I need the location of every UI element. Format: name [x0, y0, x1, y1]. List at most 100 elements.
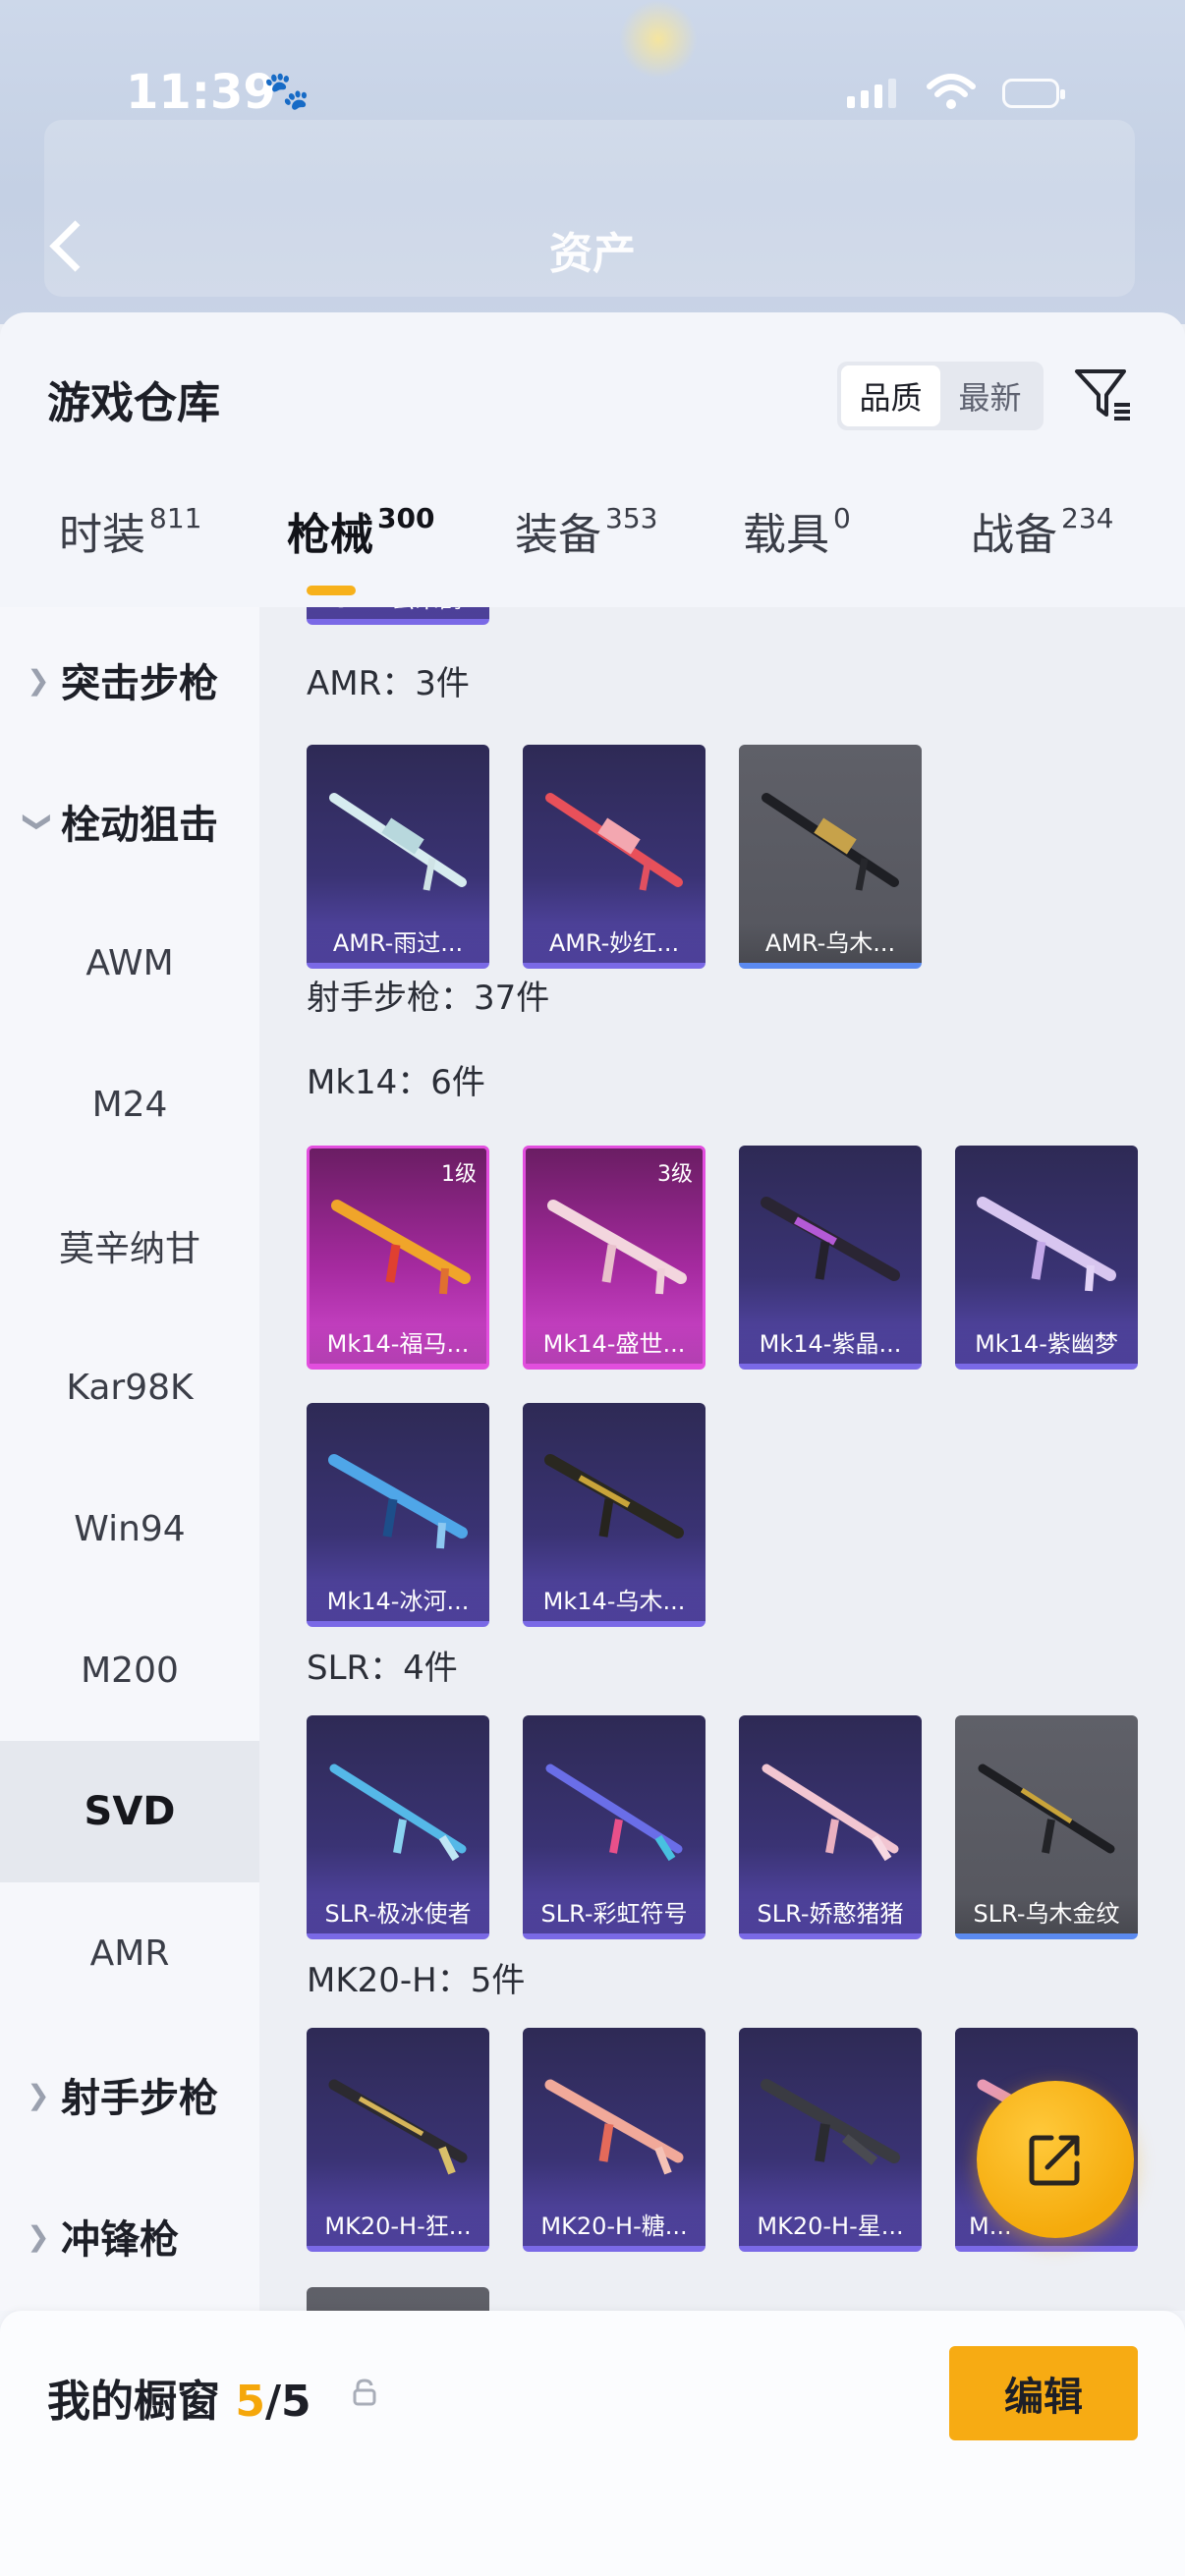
showcase-bar: 我的橱窗 5/5 编辑	[0, 2311, 1185, 2576]
showcase-separator: /	[264, 2377, 282, 2427]
weapon-card-name: Mk14-福马...	[310, 1324, 486, 1364]
paw-icon: 🐾	[263, 69, 310, 112]
tab-count: 234	[1061, 502, 1114, 535]
weapon-card-name: SLR-极冰使者	[307, 1894, 489, 1933]
rifle-icon	[329, 793, 467, 891]
rifle-icon	[545, 793, 683, 891]
tab-label: 装备	[515, 510, 601, 560]
weapon-card-name: Mk14-紫晶...	[739, 1324, 922, 1364]
weapon-card-name: SLR-乌木金纹	[955, 1894, 1138, 1933]
weapon-card[interactable]: SLR-极冰使者	[307, 1715, 489, 1939]
sidebar-item-win94[interactable]: Win94	[0, 1458, 259, 1599]
weapon-card[interactable]: Mk14-紫晶...	[739, 1146, 922, 1370]
weapon-card[interactable]: SLR-彩虹符号	[523, 1715, 705, 1939]
category-tabs: 时装 811 枪械 300 装备 353 载具 0 战备 234	[0, 499, 1185, 607]
sidebar-group-marksman-rifle[interactable]: ❯ 射手步枪	[0, 2024, 259, 2165]
tab-equipment[interactable]: 装备 353	[515, 499, 657, 562]
weapon-card[interactable]: SVD-云朵鹤	[307, 607, 489, 625]
wifi-icon	[927, 74, 976, 109]
sidebar-group-label: 突击步枪	[61, 661, 218, 706]
rifle-icon	[328, 1454, 468, 1549]
tab-label: 战备	[971, 510, 1057, 560]
chevron-right-icon: ❯	[27, 2078, 50, 2111]
weapon-card[interactable]: AMR-雨过...	[307, 745, 489, 969]
weapon-card[interactable]: MK20-H-糖...	[523, 2028, 705, 2252]
weapon-card-name: Mk14-冰河...	[307, 1582, 489, 1621]
tab-label: 枪械	[287, 510, 373, 560]
sidebar-item-svd[interactable]: SVD	[0, 1741, 259, 1882]
rifle-icon	[761, 1197, 900, 1281]
chevron-down-icon: ❯	[22, 810, 55, 833]
weapon-card[interactable]: SLR-娇憨猪猪	[739, 1715, 922, 1939]
lock-icon	[353, 2379, 376, 2406]
tab-supplies[interactable]: 战备 234	[971, 499, 1113, 562]
sidebar-group-label: 冲锋枪	[61, 2217, 179, 2263]
sidebar-item-mosin[interactable]: 莫辛纳甘	[0, 1175, 259, 1316]
rifle-icon	[545, 1764, 683, 1862]
tab-fashion[interactable]: 时装 811	[59, 499, 201, 562]
weapon-card[interactable]: Mk14-紫幽梦	[955, 1146, 1138, 1370]
weapon-card[interactable]: MK20-H-狂...	[307, 2028, 489, 2252]
chevron-right-icon: ❯	[27, 663, 50, 697]
tab-count: 353	[605, 502, 658, 535]
section-label-slr: SLR：4件	[307, 1649, 458, 1688]
sidebar-group-smg[interactable]: ❯ 冲锋枪	[0, 2165, 259, 2307]
rifle-icon	[544, 1454, 684, 1539]
share-icon	[1029, 2135, 1080, 2186]
weapon-card[interactable]: Mk14-乌木...	[523, 1403, 705, 1627]
showcase-current-count: 5	[235, 2377, 265, 2427]
rifle-icon	[328, 2079, 468, 2175]
status-time: 11:39	[126, 65, 276, 120]
tab-count: 0	[833, 502, 851, 535]
sidebar-group-label: 栓动狙击	[61, 803, 218, 848]
weapon-card[interactable]: AMR-乌木...	[739, 745, 922, 969]
weapon-card-name: MK20-H-狂...	[307, 2207, 489, 2246]
rifle-icon	[331, 1200, 471, 1295]
weapon-card[interactable]	[307, 2287, 489, 2311]
weapon-card-name: AMR-雨过...	[307, 924, 489, 963]
filter-icon[interactable]	[1071, 362, 1134, 424]
active-tab-indicator	[307, 586, 356, 595]
weapon-grid: SVD-云朵鹤 AMR：3件 AMR-雨过... AMR-妙红... AMR-乌…	[259, 607, 1185, 2311]
weapon-card-name: Mk14-紫幽梦	[955, 1324, 1138, 1364]
weapon-card[interactable]: MK20-H-星...	[739, 2028, 922, 2252]
weapon-card[interactable]: Mk14-冰河...	[307, 1403, 489, 1627]
tab-firearms[interactable]: 枪械 300	[287, 499, 434, 562]
weapon-card[interactable]: 1级 Mk14-福马...	[307, 1146, 489, 1370]
sort-option-newest[interactable]: 最新	[940, 365, 1040, 426]
warehouse-sheet: 游戏仓库 品质 最新 时装 811 枪械 300 装备 353 载具 0 战备 234 ❯…	[0, 312, 1185, 2576]
section-label-amr: AMR：3件	[307, 664, 470, 703]
sidebar-item-m24[interactable]: M24	[0, 1034, 259, 1175]
rifle-icon	[762, 1764, 899, 1862]
sort-toggle[interactable]: 品质 最新	[837, 362, 1044, 430]
section-label-mk14: Mk14：6件	[307, 1063, 485, 1102]
sidebar-group-label: 射手步枪	[61, 2076, 218, 2121]
tab-vehicles[interactable]: 载具 0	[743, 499, 851, 562]
weapon-card[interactable]: SLR-乌木金纹	[955, 1715, 1138, 1939]
share-fab[interactable]	[977, 2081, 1134, 2238]
weapon-card-name: AMR-乌木...	[739, 924, 922, 963]
chevron-right-icon: ❯	[27, 2219, 50, 2253]
weapon-card[interactable]: AMR-妙红...	[523, 745, 705, 969]
rifle-icon	[329, 1764, 467, 1862]
sidebar-item-m200[interactable]: M200	[0, 1599, 259, 1741]
weapon-card-name: Mk14-乌木...	[523, 1582, 705, 1621]
section-label-mk20h: MK20-H：5件	[307, 1961, 526, 2000]
sidebar-group-bolt-sniper[interactable]: ❯ 栓动狙击	[0, 751, 259, 892]
rifle-icon	[547, 1200, 687, 1295]
blurred-glow	[619, 0, 698, 79]
weapon-card-name: SLR-彩虹符号	[523, 1894, 705, 1933]
sidebar-item-awm[interactable]: AWM	[0, 892, 259, 1034]
section-label-marksman-rifle: 射手步枪：37件	[307, 979, 550, 1018]
edit-button[interactable]: 编辑	[949, 2346, 1138, 2440]
sidebar-item-amr[interactable]: AMR	[0, 1882, 259, 2024]
weapon-card[interactable]: 3级 Mk14-盛世...	[523, 1146, 705, 1370]
tab-count: 811	[149, 502, 202, 535]
weapon-card-name: MK20-H-星...	[739, 2207, 922, 2246]
sort-option-quality[interactable]: 品质	[841, 365, 940, 426]
rifle-icon	[762, 793, 899, 891]
showcase-total-count: 5	[281, 2377, 311, 2427]
sidebar-group-assault-rifle[interactable]: ❯ 突击步枪	[0, 609, 259, 751]
sidebar-item-kar98k[interactable]: Kar98K	[0, 1316, 259, 1458]
page-title: 资产	[549, 229, 636, 279]
